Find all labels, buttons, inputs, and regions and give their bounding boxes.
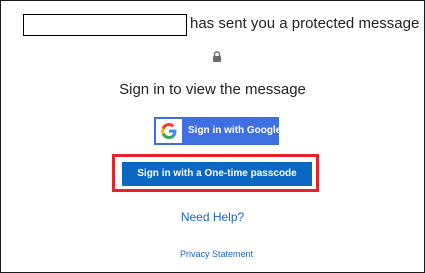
- privacy-statement-link[interactable]: Privacy Statement: [1, 248, 425, 260]
- google-logo-container: [156, 119, 182, 143]
- message-panel: has sent you a protected message Sign in…: [0, 0, 425, 273]
- signin-heading: Sign in to view the message: [119, 81, 306, 98]
- google-logo-icon: [161, 123, 177, 139]
- need-help-link[interactable]: Need Help?: [1, 209, 424, 225]
- sign-in-with-google-button[interactable]: Sign in with Google: [154, 117, 282, 145]
- sign-in-with-one-time-passcode-button[interactable]: Sign in with a One-time passcode: [122, 162, 312, 186]
- sender-message-text: has sent you a protected message: [190, 15, 420, 32]
- redacted-sender-field: [23, 14, 187, 36]
- lock-icon: [212, 49, 222, 62]
- google-button-label: Sign in with Google: [188, 125, 282, 136]
